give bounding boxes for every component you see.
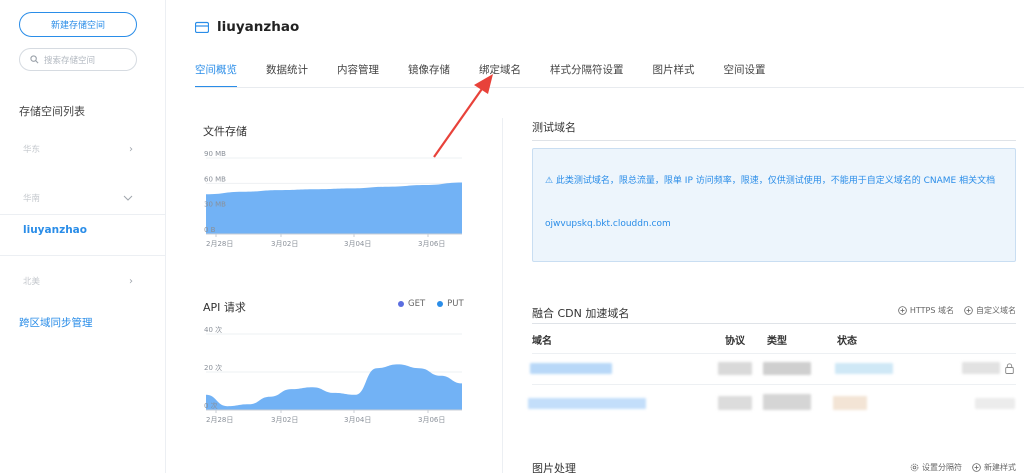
tab-overview[interactable]: 空间概览 (195, 60, 237, 88)
blurred-status (835, 363, 893, 374)
plus-circle-icon (898, 306, 907, 315)
region-label: 北美 (23, 277, 41, 287)
custom-domain-button[interactable]: 自定义域名 (964, 305, 1016, 316)
col-domain: 域名 (532, 336, 552, 347)
blurred-domain (530, 363, 612, 374)
bucket-list-title: 存储空间列表 (19, 105, 85, 118)
search-input[interactable]: 搜索存储空间 (19, 48, 137, 71)
storage-chart-title: 文件存储 (203, 125, 247, 138)
api-xtick-label: 3月02日 (271, 416, 298, 424)
new-bucket-button[interactable]: 新建存储空间 (19, 12, 137, 37)
chevron-right-icon: › (129, 143, 133, 155)
new-style-button[interactable]: 新建样式 (972, 462, 1016, 473)
page-title: liuyanzhao (195, 19, 299, 35)
blurred-status (833, 396, 867, 410)
api-ytick-label: 40 次 (204, 326, 222, 334)
api-area-series (206, 364, 462, 410)
region-label: 华东 (23, 145, 41, 155)
chevron-down-icon (123, 195, 133, 201)
region-label: 华南 (23, 194, 41, 204)
chevron-right-icon: › (129, 275, 133, 287)
row-divider (532, 384, 1016, 385)
storage-area-series (206, 182, 462, 234)
legend-dot-put (437, 301, 444, 307)
image-processing-title: 图片处理 (532, 462, 576, 473)
bucket-icon (195, 21, 209, 33)
legend-put: PUT (447, 299, 464, 309)
api-xtick-label: 2月28日 (206, 416, 233, 424)
tabs-divider (195, 87, 1024, 88)
divider (0, 214, 166, 215)
legend-dot-get (398, 301, 404, 307)
tab-image-style[interactable]: 图片样式 (653, 60, 695, 88)
test-domain-title: 测试域名 (532, 121, 576, 134)
api-ytick-label: 20 次 (204, 363, 222, 372)
region-huanan[interactable]: 华南 (23, 192, 133, 204)
storage-xtick-label: 3月04日 (344, 240, 371, 248)
tab-separator[interactable]: 样式分隔符设置 (550, 60, 624, 88)
legend-get: GET (408, 299, 426, 309)
region-huadong[interactable]: 华东 › (23, 143, 133, 156)
api-chart: 40 次 20 次 0 次 2月28日 3月02日 3月04日 3月06日 (204, 326, 462, 424)
cross-region-sync-link[interactable]: 跨区域同步管理 (19, 315, 93, 330)
custom-domain-label: 自定义域名 (976, 306, 1016, 315)
tab-content[interactable]: 内容管理 (337, 60, 379, 88)
col-protocol: 协议 (725, 336, 745, 347)
api-chart-legend: GET PUT (398, 299, 464, 309)
cdn-title: 融合 CDN 加速域名 (532, 307, 630, 320)
blurred-protocol (718, 362, 752, 375)
storage-ytick-label: 90 MB (204, 150, 226, 158)
new-style-label: 新建样式 (984, 463, 1016, 472)
image-processing-actions: 设置分隔符 新建样式 (910, 462, 1016, 473)
lock-icon (1005, 363, 1014, 374)
col-status: 状态 (837, 336, 857, 347)
set-separator-button[interactable]: 设置分隔符 (910, 462, 962, 473)
set-separator-label: 设置分隔符 (922, 463, 962, 472)
blurred-domain (528, 398, 646, 409)
blurred-type (763, 394, 811, 410)
api-xtick-label: 3月04日 (344, 416, 371, 424)
storage-xtick-label: 3月02日 (271, 240, 298, 248)
section-divider (532, 323, 1016, 324)
storage-ytick-label: 60 MB (204, 175, 226, 183)
notice-text: ⚠ 此类测试域名，限总流量，限单 IP 访问频率，限速，仅供测试使用，不能用于自… (545, 176, 996, 186)
storage-ytick-label: 0 B (204, 226, 216, 234)
search-icon (30, 55, 39, 64)
https-domain-button[interactable]: HTTPS 域名 (898, 305, 954, 316)
blurred-action (975, 398, 1015, 409)
https-domain-label: HTTPS 域名 (909, 306, 954, 315)
cdn-actions: HTTPS 域名 自定义域名 (898, 305, 1016, 316)
tab-settings[interactable]: 空间设置 (724, 60, 766, 88)
col-type: 类型 (767, 336, 787, 347)
storage-xtick-label: 2月28日 (206, 240, 233, 248)
bucket-title: liuyanzhao (217, 19, 300, 35)
tab-mirror[interactable]: 镜像存储 (408, 60, 450, 88)
api-chart-title: API 请求 (203, 301, 246, 314)
api-xtick-label: 3月06日 (418, 416, 445, 424)
storage-xtick-label: 3月06日 (418, 240, 445, 248)
row-divider (532, 353, 1016, 354)
search-placeholder: 搜索存储空间 (44, 55, 96, 66)
app-root: 新建存储空间 搜索存储空间 存储空间列表 华东 › 华南 liuyanzhao … (0, 0, 1024, 473)
sidebar: 新建存储空间 搜索存储空间 存储空间列表 华东 › 华南 liuyanzhao … (0, 0, 166, 473)
region-beimei[interactable]: 北美 › (23, 275, 133, 288)
section-divider (532, 140, 1016, 141)
column-divider (502, 118, 503, 473)
sidebar-item-liuyanzhao[interactable]: liuyanzhao (23, 224, 87, 236)
gear-icon (910, 463, 919, 472)
storage-ytick-label: 30 MB (204, 201, 226, 209)
divider (0, 255, 166, 256)
plus-circle-icon (972, 463, 981, 472)
test-domain-value[interactable]: ojwvupskq.bkt.clouddn.com (545, 219, 671, 229)
blurred-type (763, 362, 811, 375)
test-domain-notice: ⚠ 此类测试域名，限总流量，限单 IP 访问频率，限速，仅供测试使用，不能用于自… (532, 148, 1016, 262)
blurred-protocol (718, 396, 752, 410)
blurred-action (962, 362, 1000, 374)
tab-bar: 空间概览 数据统计 内容管理 镜像存储 绑定域名 样式分隔符设置 图片样式 空间… (195, 60, 795, 88)
api-ytick-label: 0 次 (204, 401, 218, 410)
tab-bind-domain[interactable]: 绑定域名 (479, 60, 521, 88)
storage-chart: 90 MB 60 MB 30 MB 0 B 2月28日 3月02日 3月04日 3月06日 (204, 150, 462, 248)
plus-circle-icon (964, 306, 973, 315)
tab-statistics[interactable]: 数据统计 (266, 60, 308, 88)
